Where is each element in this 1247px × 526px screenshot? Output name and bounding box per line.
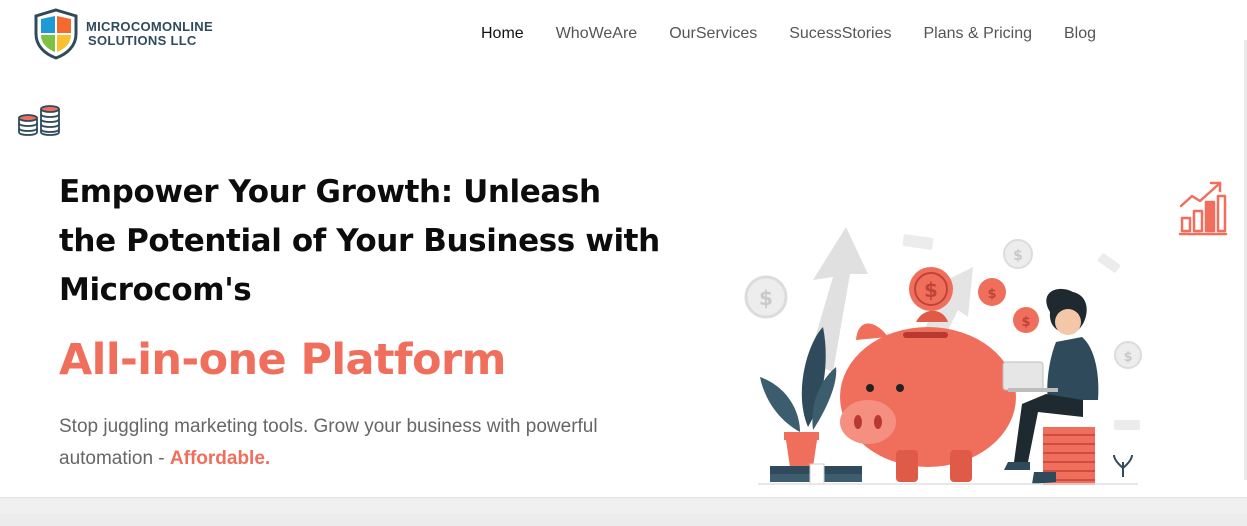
headline-line-3: Microcom's: [59, 272, 252, 308]
nav-plans-pricing[interactable]: Plans & Pricing: [908, 24, 1049, 44]
main-nav: Home WhoWeAre OurServices SucessStories …: [465, 24, 1112, 44]
growth-chart-icon: [1178, 181, 1228, 236]
money-stack: [770, 463, 862, 485]
coin-stacks-icon: [18, 105, 60, 136]
logo[interactable]: MICROCOMONLINE SOLUTIONS LLC: [30, 8, 213, 60]
description-text: Stop juggling marketing tools. Grow your…: [59, 416, 598, 469]
svg-text:$: $: [924, 278, 938, 302]
shield-logo-icon: [34, 8, 78, 60]
hero-headline: Empower Your Growth: Unleash the Potenti…: [59, 168, 679, 315]
logo-line-2: SOLUTIONS LLC: [88, 33, 197, 48]
nav-blog[interactable]: Blog: [1048, 24, 1112, 44]
nav-who-we-are[interactable]: WhoWeAre: [540, 24, 654, 44]
logo-text: MICROCOMONLINE SOLUTIONS LLC: [86, 20, 213, 48]
headline-line-1: Empower Your Growth: Unleash: [59, 174, 601, 210]
piggy-bank: [840, 310, 1020, 482]
piggy-bank-illustration: $ $ $ $ $ $: [744, 227, 1142, 485]
nav-home[interactable]: Home: [465, 24, 540, 44]
svg-text:$: $: [987, 287, 996, 302]
nav-our-services[interactable]: OurServices: [653, 24, 773, 44]
plant: [760, 327, 837, 467]
hero-subheadline: All-in-one Platform: [59, 335, 506, 385]
hero-description: Stop juggling marketing tools. Grow your…: [59, 411, 619, 475]
page: MICROCOMONLINE SOLUTIONS LLC Home WhoWeA…: [0, 0, 1247, 498]
sprout-shape: [1113, 454, 1133, 477]
headline-line-2: the Potential of Your Business with: [59, 223, 660, 259]
logo-line-1: MICROCOMONLINE: [86, 19, 213, 34]
svg-text:$: $: [1021, 315, 1030, 330]
nav-success-stories[interactable]: SucessStories: [773, 24, 907, 44]
svg-text:$: $: [759, 286, 773, 310]
footer-strip: [0, 514, 1247, 526]
svg-text:$: $: [1013, 248, 1023, 264]
description-highlight: Affordable.: [169, 448, 271, 469]
svg-text:$: $: [1123, 350, 1132, 365]
